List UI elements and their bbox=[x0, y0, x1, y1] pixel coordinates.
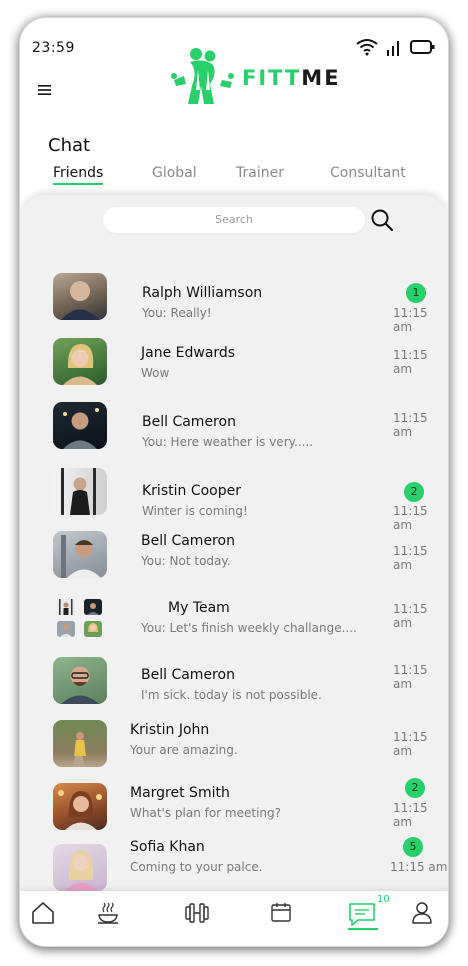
tab-global[interactable]: Global bbox=[152, 165, 197, 181]
avatar bbox=[53, 844, 107, 891]
chat-time: 11:15 am bbox=[393, 348, 428, 376]
chat-name: My Team bbox=[168, 600, 230, 616]
chat-name: Jane Edwards bbox=[141, 345, 236, 361]
chat-message: What's plan for meeting? bbox=[130, 806, 282, 820]
chat-name: Kristin John bbox=[130, 722, 210, 738]
avatar bbox=[53, 720, 107, 767]
hamburger-menu-icon[interactable] bbox=[38, 84, 52, 96]
avatar bbox=[53, 402, 107, 449]
chat-time: 11:15 am bbox=[390, 860, 448, 874]
logo-wordmark: FITTME bbox=[242, 66, 341, 90]
chat-message: Your are amazing. bbox=[130, 743, 238, 757]
chat-time: 11:15 am bbox=[393, 504, 428, 532]
dumbbell-icon[interactable] bbox=[184, 901, 210, 925]
avatar bbox=[53, 468, 107, 515]
group-member-avatar bbox=[57, 621, 75, 637]
chat-name: Margret Smith bbox=[130, 785, 230, 801]
battery-icon bbox=[410, 40, 435, 54]
meal-icon[interactable] bbox=[96, 901, 120, 925]
tab-consultant[interactable]: Consultant bbox=[330, 165, 406, 181]
status-time: 23:59 bbox=[32, 40, 75, 56]
tab-friends[interactable]: Friends bbox=[53, 165, 103, 181]
active-tab-indicator bbox=[53, 183, 103, 185]
chat-time: 11:15 am bbox=[393, 730, 428, 758]
chat-message: Coming to your palce. bbox=[130, 860, 263, 874]
bottom-navigation: 10 bbox=[20, 891, 448, 946]
unread-badge: 2 bbox=[404, 482, 424, 502]
chat-message: You: Here weather is very..... bbox=[142, 435, 314, 449]
chat-name: Kristin Cooper bbox=[142, 483, 241, 499]
chat-message: You: Let's finish weekly challange.... bbox=[141, 621, 357, 635]
group-member-avatar bbox=[84, 599, 102, 615]
calendar-icon[interactable] bbox=[270, 901, 292, 923]
chat-time: 11:15 am bbox=[393, 544, 428, 572]
chat-time: 11:15 am bbox=[393, 411, 428, 439]
avatar bbox=[53, 783, 107, 830]
chat-time: 11:15 am bbox=[393, 602, 428, 630]
search-icon[interactable] bbox=[370, 208, 394, 232]
home-icon[interactable] bbox=[31, 901, 55, 925]
phone-screen: 23:59 FITTME Chat Friends Global Trainer… bbox=[20, 18, 448, 946]
chat-message: I'm sick. today is not possible. bbox=[141, 688, 322, 702]
unread-badge: 1 bbox=[406, 283, 426, 303]
chat-message: You: Not today. bbox=[141, 554, 231, 568]
app-logo: FITTME bbox=[168, 46, 341, 108]
chat-name: Ralph Williamson bbox=[142, 285, 263, 301]
search-input[interactable]: Search bbox=[103, 207, 365, 233]
avatar bbox=[53, 531, 107, 578]
status-icons bbox=[356, 38, 436, 56]
chat-icon[interactable] bbox=[348, 901, 376, 927]
chat-count-badge: 10 bbox=[377, 894, 390, 905]
avatar bbox=[53, 657, 107, 704]
chat-time: 11:15 am bbox=[393, 306, 428, 334]
chat-time: 11:15 am bbox=[393, 801, 428, 829]
chat-message: You: Really! bbox=[142, 306, 212, 320]
group-member-avatar bbox=[57, 599, 75, 615]
unread-badge: 2 bbox=[405, 778, 425, 798]
chat-name: Sofia Khan bbox=[130, 839, 205, 855]
tab-trainer[interactable]: Trainer bbox=[236, 165, 284, 181]
page-title: Chat bbox=[48, 135, 91, 156]
avatar bbox=[53, 338, 107, 385]
chat-message: Wow bbox=[141, 366, 170, 380]
avatar bbox=[53, 273, 107, 320]
logo-figures-icon bbox=[171, 48, 234, 104]
wifi-icon bbox=[356, 39, 378, 56]
active-nav-indicator bbox=[348, 928, 378, 930]
unread-badge: 5 bbox=[403, 837, 423, 857]
signal-icon bbox=[387, 41, 399, 56]
chat-name: Bell Cameron bbox=[141, 533, 235, 549]
chat-message: Winter is coming! bbox=[142, 504, 248, 518]
chat-name: Bell Cameron bbox=[141, 667, 235, 683]
group-member-avatar bbox=[84, 621, 102, 637]
chat-time: 11:15 am bbox=[393, 663, 428, 691]
profile-icon[interactable] bbox=[411, 901, 433, 925]
chat-name: Bell Cameron bbox=[142, 414, 236, 430]
